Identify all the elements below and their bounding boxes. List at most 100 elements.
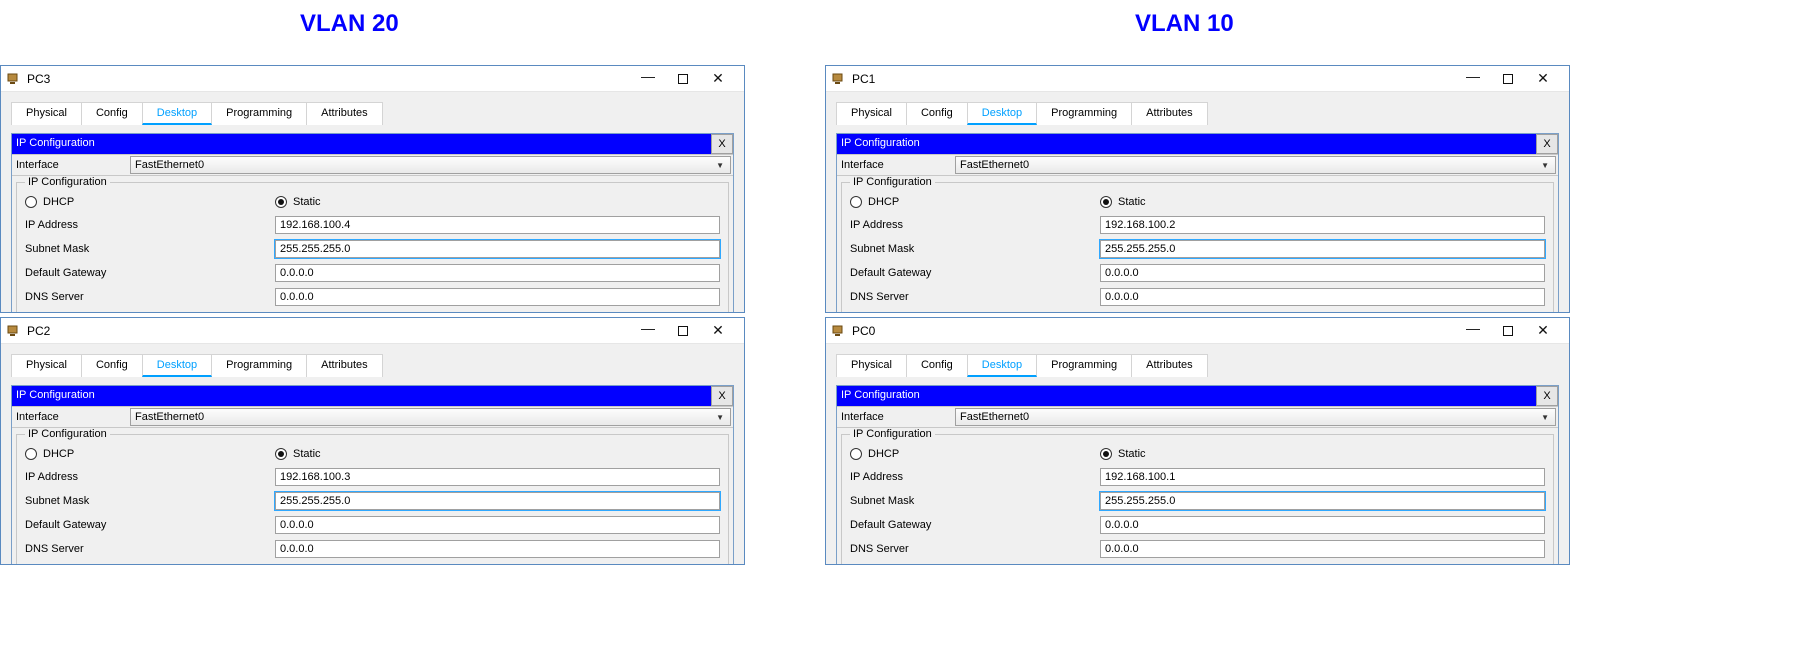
- radio-static[interactable]: Static: [275, 448, 321, 460]
- ip-config-fieldset: IP Configuration DHCP Static IP Address1…: [841, 182, 1554, 313]
- tab-programming[interactable]: Programming: [211, 102, 307, 125]
- radio-static[interactable]: Static: [1100, 448, 1146, 460]
- tab-programming[interactable]: Programming: [1036, 102, 1132, 125]
- radio-static-label: Static: [293, 196, 321, 208]
- mask-label: Subnet Mask: [850, 243, 1100, 255]
- tab-physical[interactable]: Physical: [11, 354, 82, 377]
- tab-config[interactable]: Config: [81, 354, 143, 377]
- mask-input[interactable]: 255.255.255.0: [275, 240, 720, 258]
- dns-input[interactable]: 0.0.0.0: [1100, 288, 1545, 306]
- minimize-button[interactable]: [632, 71, 664, 87]
- close-button[interactable]: [1527, 322, 1559, 339]
- mask-label: Subnet Mask: [850, 495, 1100, 507]
- window-title: PC0: [852, 324, 875, 338]
- dns-input[interactable]: 0.0.0.0: [275, 288, 720, 306]
- heading-vlan-20: VLAN 20: [300, 10, 399, 38]
- tab-physical[interactable]: Physical: [836, 102, 907, 125]
- radio-static-label: Static: [1118, 196, 1146, 208]
- titlebar[interactable]: PC0: [826, 318, 1569, 344]
- tab-config[interactable]: Config: [81, 102, 143, 125]
- close-button[interactable]: [702, 70, 734, 87]
- ip-input[interactable]: 192.168.100.3: [275, 468, 720, 486]
- ip-config-panel: IP Configuration X Interface FastEtherne…: [836, 133, 1559, 313]
- panel-close-button[interactable]: X: [1536, 134, 1558, 154]
- tab-physical[interactable]: Physical: [11, 102, 82, 125]
- app-icon: [7, 72, 21, 86]
- mask-input[interactable]: 255.255.255.0: [1100, 492, 1545, 510]
- panel-close-button[interactable]: X: [711, 134, 733, 154]
- ip-input[interactable]: 192.168.100.2: [1100, 216, 1545, 234]
- close-button[interactable]: [702, 322, 734, 339]
- radio-static[interactable]: Static: [275, 196, 321, 208]
- ip-config-panel: IP Configuration X Interface FastEtherne…: [11, 133, 734, 313]
- panel-title: IP Configuration: [12, 134, 711, 154]
- tab-attributes[interactable]: Attributes: [306, 102, 382, 125]
- tab-config[interactable]: Config: [906, 102, 968, 125]
- maximize-button[interactable]: [678, 326, 688, 336]
- fieldset-legend: IP Configuration: [850, 428, 935, 440]
- tab-desktop[interactable]: Desktop: [142, 102, 212, 125]
- interface-label: Interface: [12, 411, 128, 423]
- dns-label: DNS Server: [25, 291, 275, 303]
- tab-config[interactable]: Config: [906, 354, 968, 377]
- titlebar[interactable]: PC3: [1, 66, 744, 92]
- interface-select[interactable]: FastEthernet0: [130, 156, 731, 174]
- tab-attributes[interactable]: Attributes: [306, 354, 382, 377]
- tab-desktop[interactable]: Desktop: [967, 102, 1037, 125]
- dns-input[interactable]: 0.0.0.0: [275, 540, 720, 558]
- mask-input[interactable]: 255.255.255.0: [1100, 240, 1545, 258]
- dns-label: DNS Server: [850, 543, 1100, 555]
- interface-label: Interface: [837, 411, 953, 423]
- ip-config-panel: IP Configuration X Interface FastEtherne…: [836, 385, 1559, 565]
- tab-desktop[interactable]: Desktop: [142, 354, 212, 377]
- tab-programming[interactable]: Programming: [211, 354, 307, 377]
- radio-dhcp[interactable]: DHCP: [25, 196, 275, 208]
- radio-dhcp-label: DHCP: [43, 448, 74, 460]
- gw-input[interactable]: 0.0.0.0: [275, 264, 720, 282]
- radio-static-label: Static: [1118, 448, 1146, 460]
- window-title: PC3: [27, 72, 50, 86]
- maximize-button[interactable]: [1503, 74, 1513, 84]
- interface-label: Interface: [12, 159, 128, 171]
- minimize-button[interactable]: [632, 323, 664, 339]
- ip-input[interactable]: 192.168.100.1: [1100, 468, 1545, 486]
- panel-close-button[interactable]: X: [1536, 386, 1558, 406]
- tab-attributes[interactable]: Attributes: [1131, 354, 1207, 377]
- interface-select[interactable]: FastEthernet0: [955, 156, 1556, 174]
- interface-select[interactable]: FastEthernet0: [955, 408, 1556, 426]
- radio-dhcp[interactable]: DHCP: [850, 196, 1100, 208]
- ip-config-panel: IP Configuration X Interface FastEtherne…: [11, 385, 734, 565]
- radio-dhcp[interactable]: DHCP: [25, 448, 275, 460]
- panel-close-button[interactable]: X: [711, 386, 733, 406]
- ip-label: IP Address: [850, 471, 1100, 483]
- maximize-button[interactable]: [678, 74, 688, 84]
- tab-bar: Physical Config Desktop Programming Attr…: [11, 354, 734, 377]
- minimize-button[interactable]: [1457, 71, 1489, 87]
- titlebar[interactable]: PC1: [826, 66, 1569, 92]
- minimize-button[interactable]: [1457, 323, 1489, 339]
- gw-label: Default Gateway: [25, 267, 275, 279]
- tab-attributes[interactable]: Attributes: [1131, 102, 1207, 125]
- titlebar[interactable]: PC2: [1, 318, 744, 344]
- window-title: PC2: [27, 324, 50, 338]
- dns-input[interactable]: 0.0.0.0: [1100, 540, 1545, 558]
- interface-select[interactable]: FastEthernet0: [130, 408, 731, 426]
- tab-programming[interactable]: Programming: [1036, 354, 1132, 377]
- window-pc1: PC1 Physical Config Desktop Programming: [825, 65, 1570, 313]
- ip-input[interactable]: 192.168.100.4: [275, 216, 720, 234]
- gw-input[interactable]: 0.0.0.0: [275, 516, 720, 534]
- fieldset-legend: IP Configuration: [850, 176, 935, 188]
- radio-dhcp[interactable]: DHCP: [850, 448, 1100, 460]
- mask-input[interactable]: 255.255.255.0: [275, 492, 720, 510]
- gw-input[interactable]: 0.0.0.0: [1100, 516, 1545, 534]
- ip-label: IP Address: [850, 219, 1100, 231]
- gw-label: Default Gateway: [25, 519, 275, 531]
- tab-desktop[interactable]: Desktop: [967, 354, 1037, 377]
- gw-input[interactable]: 0.0.0.0: [1100, 264, 1545, 282]
- dns-label: DNS Server: [25, 543, 275, 555]
- radio-static[interactable]: Static: [1100, 196, 1146, 208]
- maximize-button[interactable]: [1503, 326, 1513, 336]
- tab-physical[interactable]: Physical: [836, 354, 907, 377]
- panel-title: IP Configuration: [837, 134, 1536, 154]
- close-button[interactable]: [1527, 70, 1559, 87]
